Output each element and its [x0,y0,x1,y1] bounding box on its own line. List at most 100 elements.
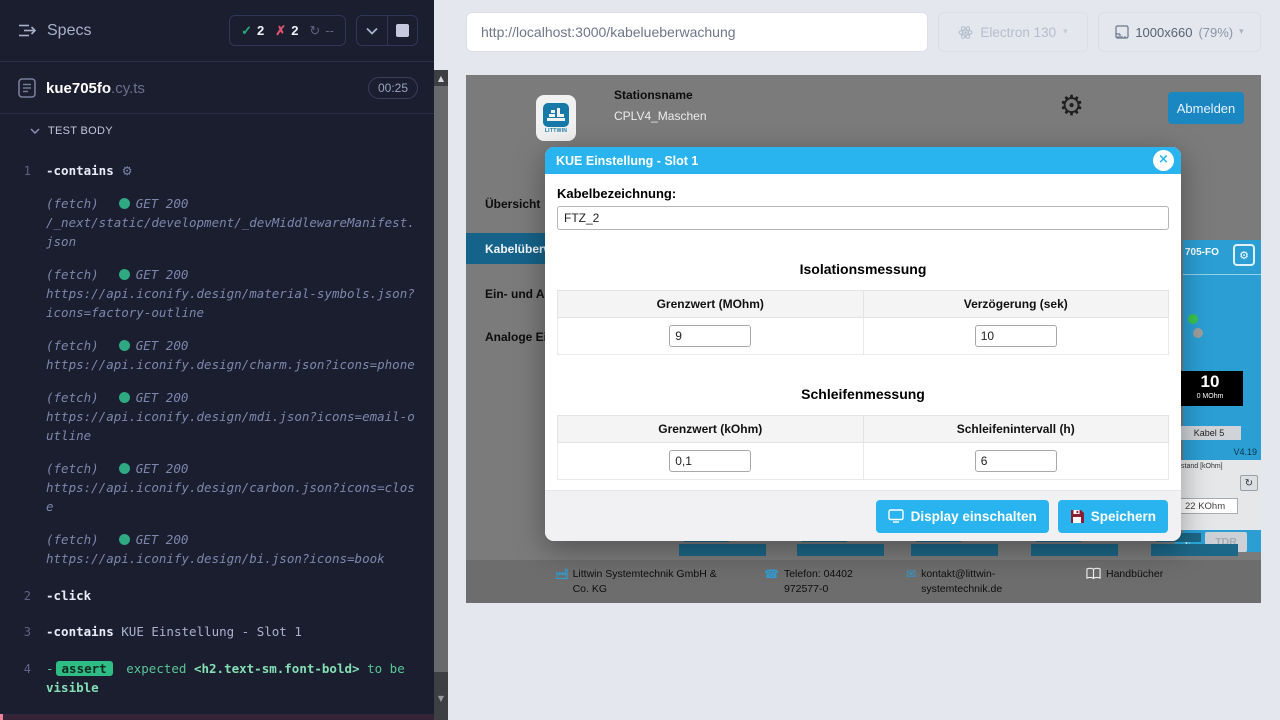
fetch-label: (fetch) [46,265,99,284]
run-controls [356,15,418,46]
display-on-button[interactable]: Display einschalten [876,500,1049,533]
logout-button[interactable]: Abmelden [1168,92,1244,124]
fetch-label: (fetch) [46,388,99,407]
isolation-table: Grenzwert (MOhm) Verzögerung (sek) [557,290,1169,355]
device-display: 10 0 MOhm [1177,371,1243,406]
cypress-toolbar: Electron 130 ▾ 1000x660 (79%) ▾ [448,0,1280,52]
url-bar[interactable] [466,12,928,52]
settings-gear-icon[interactable]: ⚙ [1059,89,1084,122]
device-panel: stand [kOhm] ↻ 22 KOhm [1177,460,1261,530]
cable-chip: Kabel 5 [1177,426,1241,440]
spec-name: kue705fo.cy.ts [46,80,145,97]
command-number: 3 [0,622,46,642]
book-icon [1086,567,1101,580]
save-button[interactable]: Speichern [1058,500,1168,533]
littwin-logo: LITTWIN [536,95,576,141]
command-contains-failed[interactable]: 5 -contains × 0 [0,714,434,720]
command-log: 1 -contains⚙ (fetch)GET 200 /_next/stati… [0,141,434,720]
status-gray-icon [1193,328,1203,338]
fetch-log: (fetch)GET 200 https://api.iconify.desig… [0,459,434,517]
specs-title: Specs [47,22,91,40]
chevron-down-icon: ▾ [1239,27,1244,37]
collapse-button[interactable] [357,16,387,45]
url-input[interactable] [481,24,913,40]
chevron-down-icon [30,128,40,134]
status-dot-icon [119,269,130,280]
fetch-log: (fetch)GET 200 https://api.iconify.desig… [0,265,434,323]
refresh-icon[interactable]: ↻ [1240,475,1258,491]
device-name: 705-FO [1185,247,1219,258]
fetch-status: GET 200 [136,194,189,213]
command-assert[interactable]: 4 -assert expected <h2.text-sm.font-bold… [0,659,434,698]
save-floppy-icon [1070,509,1084,523]
sidebar-item-ein-und-ausgaenge[interactable]: Ein- und Au [485,287,552,301]
test-body-toggle[interactable]: TEST BODY [0,114,434,141]
device-settings-gear-icon[interactable]: ⚙ [1233,244,1255,266]
fetch-status: GET 200 [136,388,189,407]
fetch-label: (fetch) [46,530,99,549]
command-click[interactable]: 2 -click [0,586,434,606]
fetch-url: https://api.iconify.design/charm.json?ic… [46,357,415,372]
browser-selector[interactable]: Electron 130 ▾ [938,12,1088,52]
reporter-scrollbar[interactable]: ▲ ▼ [434,70,448,720]
command-contains-1[interactable]: 1 -contains⚙ [0,161,434,181]
logo-text: LITTWIN [545,128,567,134]
sidebar-item-analoge-eingaenge[interactable]: Analoge Ei [485,330,547,344]
screen: Specs ✓2 ✗2 ↻-- kue705fo.cy.ts 00:25 [0,0,1280,720]
footer-company: Littwin Systemtechnik GmbH & Co. KG [556,567,734,597]
fetch-url: https://api.iconify.design/mdi.json?icon… [46,409,415,443]
footer-manuals[interactable]: Handbücher [1086,567,1163,582]
fetch-status: GET 200 [136,459,189,478]
phone-icon: ☎ [764,567,779,597]
ruler-icon [1115,25,1129,39]
sidebar-item-uebersicht[interactable]: Übersicht [485,197,540,211]
cable-name-input[interactable] [557,206,1169,230]
kue-settings-modal: KUE Einstellung - Slot 1 × Kabelbezeichn… [545,147,1181,541]
viewport-selector[interactable]: 1000x660 (79%) ▾ [1098,12,1261,52]
footer-phone[interactable]: ☎ Telefon: 04402 972577-0 [764,567,876,597]
command-number: 2 [0,586,46,606]
assert-selector: <h2.text-sm.font-bold> [194,661,360,676]
loop-section-title: Schleifenmessung [557,386,1169,402]
panel-value: 22 KOhm [1180,498,1238,514]
cable-name-label: Kabelbezeichnung: [557,186,1169,201]
iso-limit-input[interactable] [669,325,751,347]
command-contains-3[interactable]: 3 -contains KUE Einstellung - Slot 1 [0,622,434,642]
iso-delay-input[interactable] [975,325,1057,347]
scroll-down-icon[interactable]: ▼ [434,692,448,706]
status-dot-icon [119,534,130,545]
stop-button[interactable] [387,16,417,45]
fetch-url: https://api.iconify.design/carbon.json?i… [46,480,415,514]
status-dot-icon [119,340,130,351]
station-label: Stationsname [614,88,707,102]
status-dot-icon [119,392,130,403]
fetch-url: https://api.iconify.design/material-symb… [46,286,415,320]
cypress-reporter: Specs ✓2 ✗2 ↻-- kue705fo.cy.ts 00:25 [0,0,434,720]
spec-file-icon [18,78,36,98]
stat-pending: ↻-- [309,23,334,39]
assert-badge: assert [56,661,113,676]
test-body-label: TEST BODY [48,125,113,137]
scrollbar-thumb[interactable] [434,86,448,672]
footer-email[interactable]: ✉ kontakt@littwin-systemtechnik.de [906,567,1018,597]
viewport-size: 1000x660 [1135,25,1192,40]
close-icon[interactable]: × [1153,150,1174,171]
column-header: Grenzwert (MOhm) [558,291,864,318]
fetch-log: (fetch)GET 200 https://api.iconify.desig… [0,336,434,375]
loop-limit-input[interactable] [669,450,751,472]
test-stats: ✓2 ✗2 ↻-- [229,15,346,46]
scroll-up-icon[interactable]: ▲ [434,72,448,86]
spec-extension: .cy.ts [111,80,145,97]
loop-interval-input[interactable] [975,450,1057,472]
modal-header: KUE Einstellung - Slot 1 × [545,147,1181,174]
specs-menu-icon[interactable] [18,23,37,38]
fetch-url: https://api.iconify.design/bi.json?icons… [46,551,385,566]
modal-footer: Display einschalten Speichern [545,490,1181,541]
reporter-header: Specs ✓2 ✗2 ↻-- [0,0,434,62]
spec-row[interactable]: kue705fo.cy.ts 00:25 [0,62,434,113]
command-name: -contains [46,163,114,178]
viewport-zoom: (79%) [1198,25,1233,40]
command-argument: KUE Einstellung - Slot 1 [114,624,302,639]
device-card-remnant: 705-FO ⚙ 10 0 MOhm Kabel 5 V4.19 stand [… [1183,240,1261,552]
aut-panel: Electron 130 ▾ 1000x660 (79%) ▾ LITTWIN … [448,0,1280,720]
